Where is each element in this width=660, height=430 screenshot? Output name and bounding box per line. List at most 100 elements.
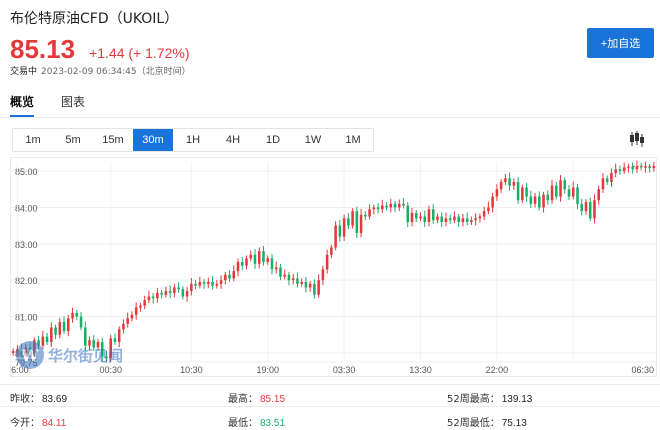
stat-label: 52周最低： [447,418,500,429]
candle-body [262,251,265,262]
candle-body [559,180,562,197]
candle-body [215,283,219,286]
period-1d[interactable]: 1D [253,129,293,151]
tabs-divider [0,117,660,118]
tab-chart[interactable]: 图表 [61,93,85,117]
candle-body [253,254,257,264]
candle-body [291,278,295,281]
candle-body [224,274,227,281]
candle-body [351,211,354,226]
candle-body [325,254,329,270]
candle-body [313,283,316,295]
candle-body [147,296,151,301]
period-1w[interactable]: 1W [293,129,333,151]
candle-body [355,211,359,233]
period-4h[interactable]: 4H [213,129,253,151]
candle-body [525,187,528,197]
candle-body [436,216,439,221]
candle-body [11,351,15,353]
period-1mo[interactable]: 1M [333,129,373,151]
candle-body [62,322,66,332]
status-label: 交易中 [10,67,38,77]
candle-body [588,202,592,219]
candle-body [75,312,79,317]
candle-body [555,185,558,197]
candle-body [385,205,388,208]
candle-body [202,282,206,284]
candle-body [448,218,452,221]
candle-body [79,316,83,328]
candle-body [406,205,410,222]
tab-overview[interactable]: 概览 [10,93,35,117]
y-tick-label: 81.00 [15,313,38,323]
candle-body [168,291,172,293]
stat-label: 最高： [228,394,258,405]
candle-body [393,203,397,208]
stat-open: 今开： 84.11 [10,414,66,429]
status-timestamp: 2023-02-09 06:34:45（北京时间） [41,67,191,77]
candle-body [465,218,469,222]
candlestick-icon[interactable] [627,130,647,148]
candle-body [342,218,346,237]
candle-body [538,196,541,208]
candle-body [474,218,477,221]
stat-value: 139.13 [501,394,533,405]
period-30m[interactable]: 30m [133,129,173,151]
candle-body [516,182,520,201]
period-1m[interactable]: 1m [13,129,53,151]
candle-body [622,167,626,172]
candle-body [478,216,482,219]
stats-divider-top [0,384,660,385]
candle-body [364,214,367,217]
candle-body [584,202,588,212]
candle-body [330,247,333,255]
price-change: +1.44 (+ 1.72%) [89,45,190,61]
y-tick-label: 83.00 [15,240,38,250]
candle-body [648,166,651,169]
candle-body [359,214,363,233]
watermark-logo: W [16,341,44,369]
candle-body [567,189,571,197]
period-1h[interactable]: 1H [173,129,213,151]
candle-body [279,267,282,277]
candle-body [58,322,62,335]
y-tick-label: 84.00 [15,203,38,213]
add-watchlist-button[interactable]: +加自选 [587,28,654,58]
candle-body [228,274,231,279]
candle-body [304,282,308,288]
candle-body [597,189,600,201]
candle-body [499,182,503,190]
candle-body [512,182,516,186]
candle-body [533,196,537,204]
stat-label: 昨收： [10,394,40,405]
candle-body [605,178,609,182]
candle-body [338,225,342,237]
candle-body [130,314,134,319]
stat-value: 75.13 [501,418,527,429]
candle-body [151,296,155,299]
candle-body [440,216,443,222]
candle-body [487,207,490,212]
candle-body [521,187,524,201]
period-15m[interactable]: 15m [93,129,133,151]
candle-body [122,323,125,330]
candle-body [550,185,554,201]
candle-body [427,209,431,222]
candle-body [402,203,405,206]
candle-body [618,169,622,172]
period-5m[interactable]: 5m [53,129,93,151]
candle-body [423,216,427,222]
candle-body [181,289,185,297]
candle-body [270,258,274,270]
candle-body [542,194,545,208]
candle-body [644,166,647,168]
candle-body [211,282,214,286]
candle-body [194,283,197,286]
candle-body [546,194,550,201]
candle-body [453,216,456,221]
x-tick-label: 06:30 [631,365,654,375]
stat-value: 83.51 [260,418,286,429]
candle-body [257,251,261,264]
candle-body [156,292,159,299]
candle-body [296,278,299,284]
